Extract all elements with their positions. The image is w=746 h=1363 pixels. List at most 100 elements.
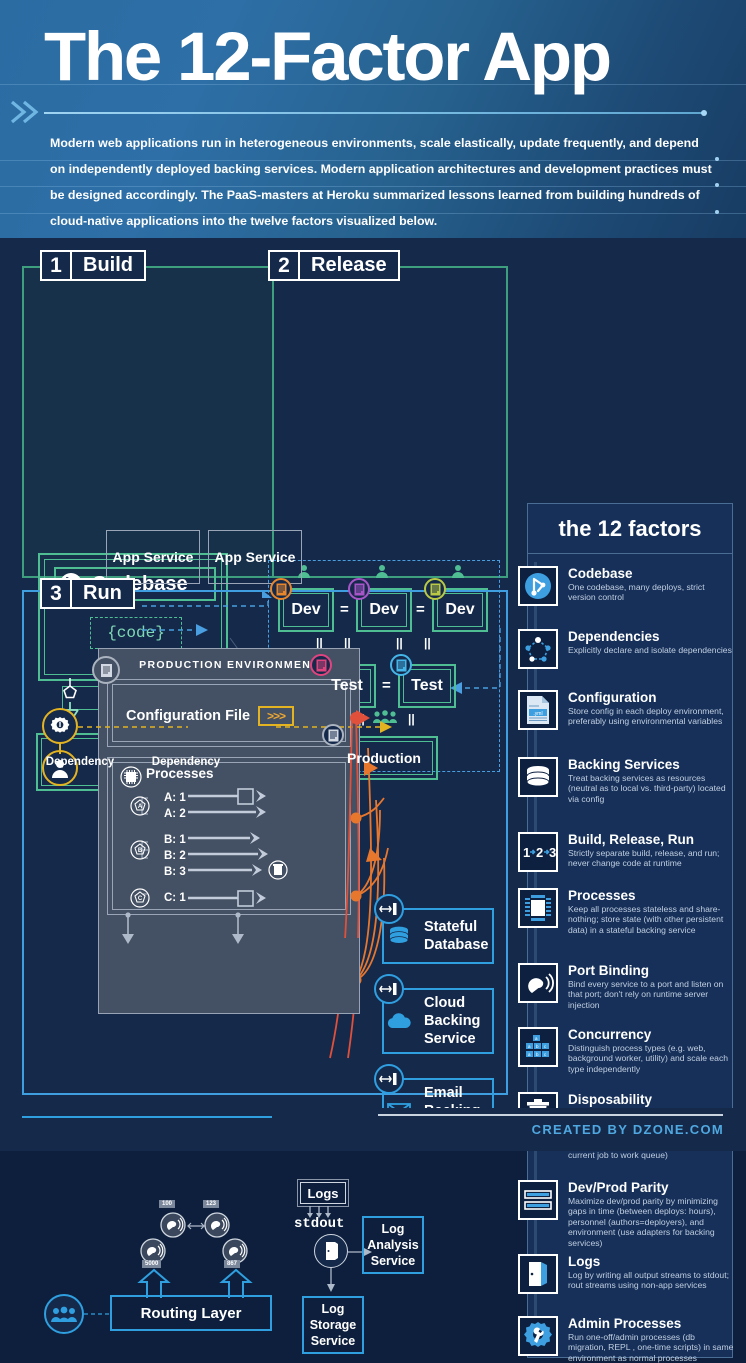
app-service-slab [98, 938, 360, 1014]
app-service-1: App Service [106, 530, 200, 584]
door-icon [314, 1234, 348, 1268]
process-to-app-arrows [122, 912, 244, 944]
log-storage-service[interactable]: Log Storage Service [302, 1296, 364, 1354]
logs-box: Logs [297, 1179, 349, 1207]
factor-desc: Run one-off/admin processes (db migratio… [568, 1332, 734, 1363]
users-group-icon [44, 1294, 84, 1334]
footer-rule-left [22, 1116, 272, 1118]
footer-rule-right [378, 1114, 723, 1116]
factor-item-configuration[interactable]: .yml Configuration Store config in each … [518, 690, 734, 730]
page-title: The 12-Factor App [44, 18, 612, 95]
factor-title: Port Binding [568, 963, 649, 978]
document-icon [424, 578, 446, 600]
factor-title: Logs [568, 1254, 601, 1269]
port-binding-icon [374, 974, 404, 1004]
dependency-graph-icon [518, 629, 558, 669]
twelve-factors-sidebar: the 12 factors Codebase One codebase, ma… [518, 503, 733, 1363]
user-icon [452, 565, 464, 578]
one-two-three-icon: 1 2 3 [518, 832, 558, 872]
factor-item-port-binding[interactable]: Port Binding Bind every service to a por… [518, 963, 734, 1010]
factor-item-dependencies[interactable]: Dependencies Explicitly declare and isol… [518, 629, 734, 669]
factor-item-logs[interactable]: Logs Log by writing all output streams t… [518, 1254, 734, 1294]
svg-text:B: B [138, 848, 143, 854]
port-tag-100: 100 [159, 1200, 176, 1208]
app-interconnect-arrows [187, 1222, 205, 1230]
chip-icon [120, 766, 142, 788]
factor-title: Codebase [568, 566, 633, 581]
port-tag-867: 867 [224, 1260, 241, 1268]
factor-desc: Bind every service to a port and listen … [568, 979, 724, 1010]
factor-desc: Treat backing services as resources (neu… [568, 773, 726, 804]
factor-title: Build, Release, Run [568, 832, 695, 847]
factor-item-processes[interactable]: Processes Keep all processes stateless a… [518, 888, 734, 935]
factor-desc: Maximize dev/prod parity by minimizing g… [568, 1196, 718, 1248]
factor-desc: Store config in each deploy environment,… [568, 706, 724, 727]
grid-blocks-icon: aabcabc [518, 1027, 558, 1067]
document-icon [92, 656, 120, 684]
config-user-link [59, 742, 61, 754]
run-number: 3 [42, 580, 72, 607]
factor-desc: Explicitly declare and isolate dependenc… [568, 645, 732, 655]
ear-listen-icon [160, 1212, 186, 1238]
database-icon [518, 757, 558, 797]
factor-item-admin-processes[interactable]: Admin Processes Run one-off/admin proces… [518, 1316, 734, 1363]
factor-desc: Strictly separate build, release, and ru… [568, 848, 720, 869]
section-tab-build: 1 Build [40, 250, 146, 281]
processes-label: Processes [146, 766, 214, 781]
document-icon [310, 654, 332, 676]
factor-item-dev-prod-parity[interactable]: Dev/Prod Parity Maximize dev/prod parity… [518, 1180, 734, 1248]
factor-desc: Keep all processes stateless and share-n… [568, 904, 724, 935]
double-chevron-right-icon [8, 98, 42, 128]
service-label: Cloud Backing Service [424, 995, 481, 1047]
svg-text:2: 2 [536, 845, 543, 860]
build-number: 1 [42, 252, 72, 279]
config-inject-chip: >>> [258, 706, 294, 726]
infographic-canvas: 1 Build Codebase {code} Manifest [0, 238, 746, 1363]
ear-listen-icon [518, 963, 558, 1003]
factor-item-backing-services[interactable]: Backing Services Treat backing services … [518, 757, 734, 804]
factor-title: Disposability [568, 1092, 653, 1107]
factor-item-concurrency[interactable]: aabcabc Concurrency Distinguish process … [518, 1027, 734, 1074]
section-tab-release: 2 Release [268, 250, 400, 281]
factor-title: Dependencies [568, 629, 660, 644]
gear-wrench-icon [518, 1316, 558, 1356]
release-number: 2 [270, 252, 300, 279]
sidebar-heading: the 12 factors [528, 504, 732, 554]
credit-label: CREATED BY DZONE.COM [531, 1122, 724, 1137]
factor-desc: Log by writing all output streams to std… [568, 1270, 729, 1291]
factor-title: Configuration [568, 690, 657, 705]
document-icon [322, 724, 344, 746]
factor-title: Dev/Prod Parity [568, 1180, 669, 1195]
factor-title: Backing Services [568, 757, 680, 772]
users-routing-link [84, 1313, 110, 1315]
document-icon [348, 578, 370, 600]
intro-paragraph: Modern web applications run in heterogen… [50, 136, 712, 228]
factor-item-codebase[interactable]: Codebase One codebase, many deploys, str… [518, 566, 734, 606]
run-label: Run [83, 582, 122, 604]
routing-layer[interactable]: Routing Layer [110, 1295, 272, 1331]
process-arrows: A B C [130, 788, 288, 908]
factor-desc: One codebase, many deploys, strict versi… [568, 582, 705, 603]
section-tab-run: 3 Run [40, 578, 135, 609]
title-divider [44, 110, 707, 116]
port-tag-123: 123 [203, 1200, 220, 1208]
svg-text:1: 1 [523, 845, 530, 860]
user-icon [376, 565, 388, 578]
svg-text:.yml: .yml [533, 711, 542, 717]
build-label: Build [83, 254, 133, 276]
configuration-file-label: Configuration File [126, 708, 251, 724]
port-binding-icon [374, 1064, 404, 1094]
svg-text:3: 3 [549, 845, 556, 860]
document-icon [270, 578, 292, 600]
chip-icon [518, 888, 558, 928]
factor-item-build-release-run[interactable]: 1 2 3 Build, Release, Run Strictly separ… [518, 832, 734, 872]
port-binding-icon [374, 894, 404, 924]
svg-text:C: C [138, 896, 143, 902]
document-icon [390, 654, 412, 676]
log-analysis-service[interactable]: Log Analysis Service [362, 1216, 424, 1274]
factor-title: Processes [568, 888, 636, 903]
stdout-label: stdout [294, 1216, 345, 1232]
door-icon [518, 1254, 558, 1294]
trash-icon [268, 860, 288, 880]
gear-config-icon [42, 708, 78, 744]
